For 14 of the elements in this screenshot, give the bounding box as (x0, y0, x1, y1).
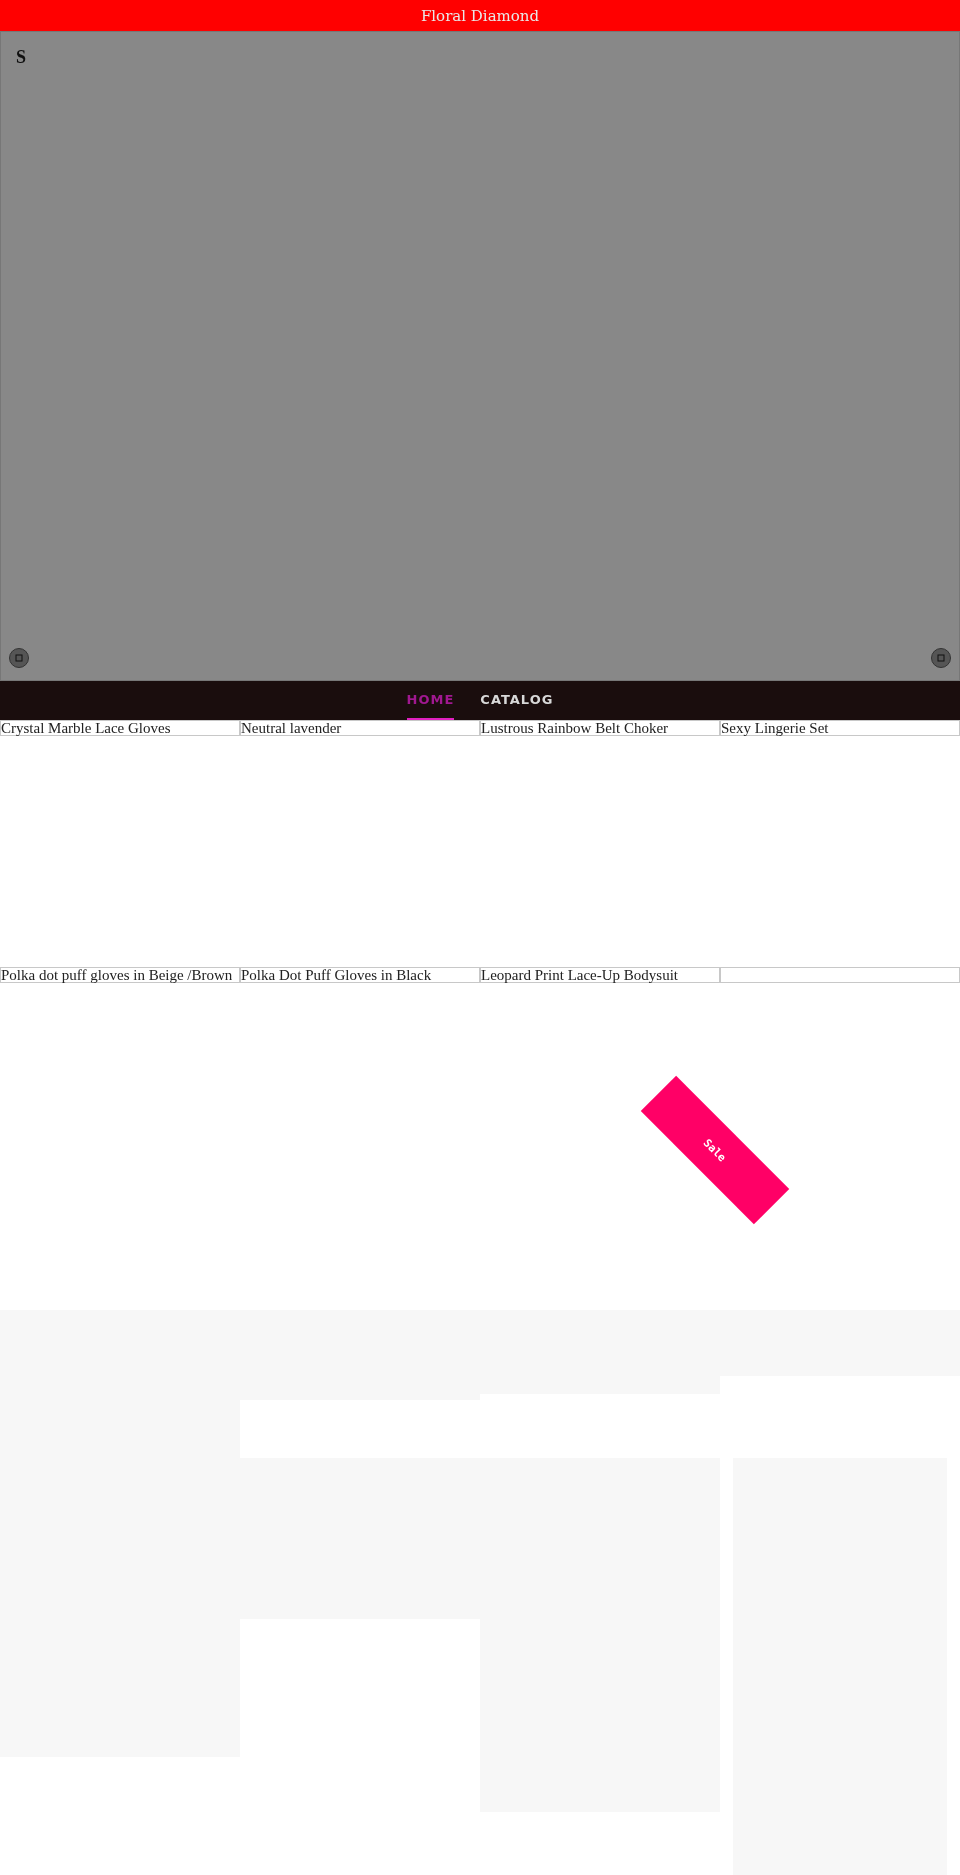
square-icon (15, 654, 23, 662)
carousel-next-button[interactable] (931, 648, 951, 668)
product-title[interactable]: Polka Dot Puff Gloves in Black (240, 967, 480, 983)
carousel-prev-button[interactable] (9, 648, 29, 668)
product-title[interactable]: Polka dot puff gloves in Beige /Brown (0, 967, 240, 983)
hero-text: S (16, 47, 26, 68)
product-title[interactable]: Lustrous Rainbow Belt Choker (480, 720, 720, 736)
product-title[interactable]: Sexy Lingerie Set (720, 720, 960, 736)
square-icon (937, 654, 945, 662)
nav-tab[interactable]: CATALOG (480, 681, 554, 720)
product-title[interactable]: Leopard Print Lace-Up Bodysuit (480, 967, 720, 983)
product-title[interactable]: Neutral lavender (240, 720, 480, 736)
store-title: Floral Diamond (420, 6, 540, 25)
product-title[interactable]: Crystal Marble Lace Gloves (0, 720, 240, 736)
